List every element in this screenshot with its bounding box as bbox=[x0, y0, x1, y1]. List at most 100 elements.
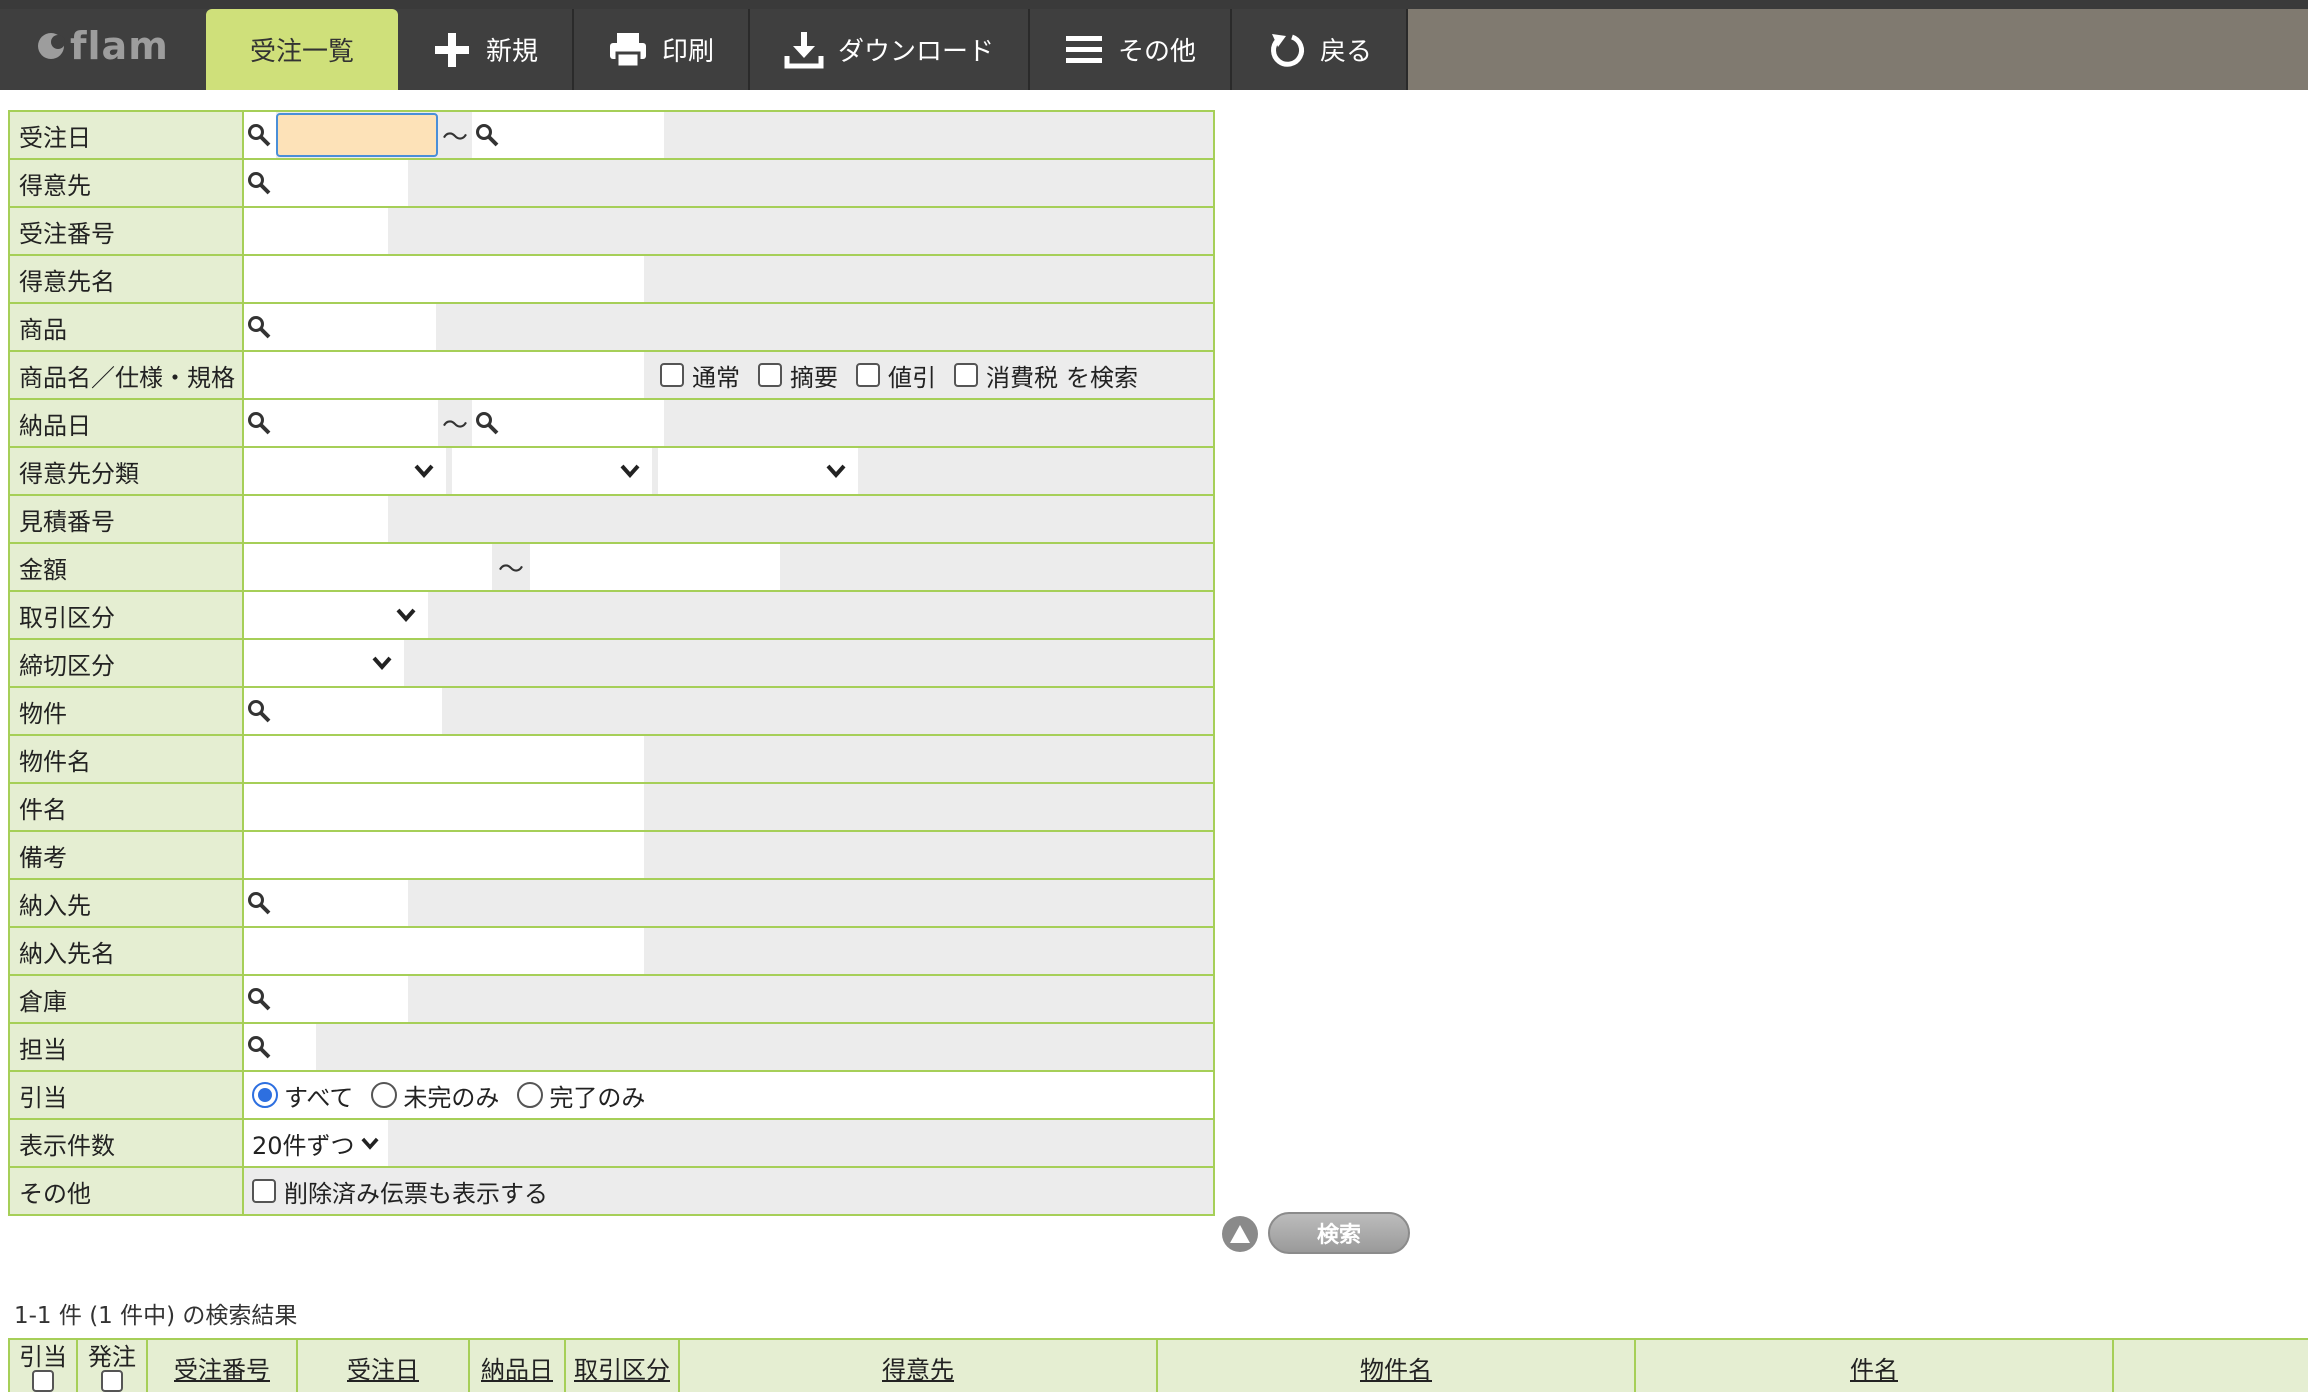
search-icon bbox=[244, 1032, 274, 1062]
checkbox[interactable] bbox=[660, 363, 684, 387]
check-tax-label: 消費税 bbox=[986, 363, 1058, 392]
check-tax[interactable]: 消費税 bbox=[954, 358, 1058, 393]
checkbox[interactable] bbox=[252, 1179, 276, 1203]
check-summary[interactable]: 摘要 bbox=[758, 358, 838, 393]
customer-input[interactable] bbox=[244, 160, 408, 206]
top-toolbar: flam 受注一覧 新規 印刷 ダウンロード その他 戻る bbox=[0, 0, 2308, 90]
product-spec-input[interactable] bbox=[244, 352, 644, 398]
row-display-count: 表示件数 20件ずつ bbox=[8, 1118, 1215, 1168]
product-input[interactable] bbox=[244, 304, 436, 350]
results-header: 引当 発注 受注番号 受注日 納品日 取引区分 得意先 物件名 件名 bbox=[8, 1338, 2308, 1392]
estimate-no-input[interactable] bbox=[244, 496, 388, 542]
remarks-input[interactable] bbox=[244, 832, 644, 878]
trade-type-label: 取引区分 bbox=[8, 590, 244, 640]
order-date-to-input[interactable] bbox=[472, 112, 665, 158]
order-no-input[interactable] bbox=[244, 208, 388, 254]
radio-selected[interactable] bbox=[252, 1082, 278, 1108]
row-property-name: 物件名 bbox=[8, 734, 1215, 784]
select-all-order-checkbox[interactable] bbox=[101, 1370, 123, 1392]
checkbox[interactable] bbox=[856, 363, 880, 387]
chevron-down-icon bbox=[396, 608, 416, 622]
tab-order-list[interactable]: 受注一覧 bbox=[206, 9, 398, 90]
closing-type-select[interactable] bbox=[244, 640, 404, 686]
amount-from-input[interactable] bbox=[244, 544, 492, 590]
allocation-all[interactable]: すべて bbox=[252, 1078, 353, 1113]
tab-order-list-label: 受注一覧 bbox=[249, 37, 354, 67]
search-icon bbox=[244, 408, 274, 438]
amount-label: 金額 bbox=[8, 542, 244, 592]
col-property-name[interactable]: 物件名 bbox=[1158, 1340, 1636, 1392]
subject-input[interactable] bbox=[244, 784, 644, 830]
new-button[interactable]: 新規 bbox=[398, 9, 574, 90]
row-warehouse: 倉庫 bbox=[8, 974, 1215, 1024]
order-no-label: 受注番号 bbox=[8, 206, 244, 256]
col-order-no[interactable]: 受注番号 bbox=[148, 1340, 298, 1392]
col-customer[interactable]: 得意先 bbox=[680, 1340, 1158, 1392]
col-property-name-label[interactable]: 物件名 bbox=[1360, 1350, 1432, 1385]
checkbox[interactable] bbox=[954, 363, 978, 387]
range-separator: 〜 bbox=[442, 122, 469, 153]
back-icon bbox=[1266, 30, 1306, 70]
logo-text: flam bbox=[70, 24, 169, 68]
customer-name-input[interactable] bbox=[244, 256, 644, 302]
allocation-complete[interactable]: 完了のみ bbox=[517, 1078, 645, 1113]
collapse-form-button[interactable] bbox=[1222, 1216, 1258, 1252]
download-icon bbox=[784, 30, 824, 70]
col-customer-label[interactable]: 得意先 bbox=[882, 1350, 954, 1385]
delivery-date-to-input[interactable] bbox=[472, 400, 665, 446]
row-delivery-to: 納入先 bbox=[8, 878, 1215, 928]
customer-class-select-2[interactable] bbox=[452, 448, 652, 494]
back-button[interactable]: 戻る bbox=[1232, 9, 1408, 90]
delivery-to-name-input[interactable] bbox=[244, 928, 644, 974]
delivery-to-input[interactable] bbox=[244, 880, 408, 926]
row-delivery-to-name: 納入先名 bbox=[8, 926, 1215, 976]
new-button-label: 新規 bbox=[485, 37, 538, 67]
delivery-date-label: 納品日 bbox=[8, 398, 244, 448]
col-trade-type[interactable]: 取引区分 bbox=[566, 1340, 680, 1392]
col-trade-type-label[interactable]: 取引区分 bbox=[574, 1350, 670, 1385]
trade-type-select[interactable] bbox=[244, 592, 428, 638]
search-icon bbox=[244, 312, 274, 342]
col-subject-label[interactable]: 件名 bbox=[1850, 1350, 1898, 1385]
property-input[interactable] bbox=[244, 688, 442, 734]
col-order-no-label[interactable]: 受注番号 bbox=[174, 1350, 270, 1385]
print-button[interactable]: 印刷 bbox=[574, 9, 750, 90]
radio[interactable] bbox=[517, 1082, 544, 1108]
col-subject[interactable]: 件名 bbox=[1636, 1340, 2114, 1392]
warehouse-input[interactable] bbox=[244, 976, 408, 1022]
check-discount[interactable]: 値引 bbox=[856, 358, 936, 393]
customer-label: 得意先 bbox=[8, 158, 244, 208]
customer-class-select-1[interactable] bbox=[244, 448, 446, 494]
more-menu-button[interactable]: その他 bbox=[1030, 9, 1232, 90]
col-delivery-date[interactable]: 納品日 bbox=[470, 1340, 566, 1392]
display-count-select[interactable]: 20件ずつ bbox=[244, 1120, 388, 1166]
search-icon bbox=[472, 408, 502, 438]
property-name-input[interactable] bbox=[244, 736, 644, 782]
order-date-from-lookup[interactable] bbox=[244, 112, 276, 158]
delivery-date-from-input[interactable] bbox=[244, 400, 438, 446]
radio[interactable] bbox=[371, 1082, 398, 1108]
other-label: その他 bbox=[8, 1166, 244, 1216]
closing-type-label: 締切区分 bbox=[8, 638, 244, 688]
row-customer-name: 得意先名 bbox=[8, 254, 1215, 304]
customer-class-select-3[interactable] bbox=[658, 448, 858, 494]
order-date-from-input[interactable] bbox=[276, 113, 438, 157]
app-logo[interactable]: flam bbox=[36, 24, 169, 68]
staff-input[interactable] bbox=[244, 1024, 316, 1070]
row-estimate-no: 見積番号 bbox=[8, 494, 1215, 544]
col-order-date[interactable]: 受注日 bbox=[298, 1340, 470, 1392]
col-order-date-label[interactable]: 受注日 bbox=[347, 1350, 419, 1385]
show-deleted-label: 削除済み伝票も表示する bbox=[284, 1179, 548, 1208]
search-button[interactable]: 検索 bbox=[1268, 1212, 1410, 1254]
allocation-incomplete[interactable]: 未完のみ bbox=[371, 1078, 499, 1113]
warehouse-label: 倉庫 bbox=[8, 974, 244, 1024]
check-normal[interactable]: 通常 bbox=[660, 358, 740, 393]
col-delivery-date-label[interactable]: 納品日 bbox=[481, 1350, 553, 1385]
row-product-spec: 商品名／仕様・規格 通常 摘要 値引 消費税 を検索 bbox=[8, 350, 1215, 400]
download-button[interactable]: ダウンロード bbox=[750, 9, 1030, 90]
select-all-allocation-checkbox[interactable] bbox=[32, 1370, 54, 1392]
show-deleted-check[interactable]: 削除済み伝票も表示する bbox=[252, 1174, 548, 1209]
checkbox[interactable] bbox=[758, 363, 782, 387]
amount-to-input[interactable] bbox=[530, 544, 781, 590]
row-remarks: 備考 bbox=[8, 830, 1215, 880]
